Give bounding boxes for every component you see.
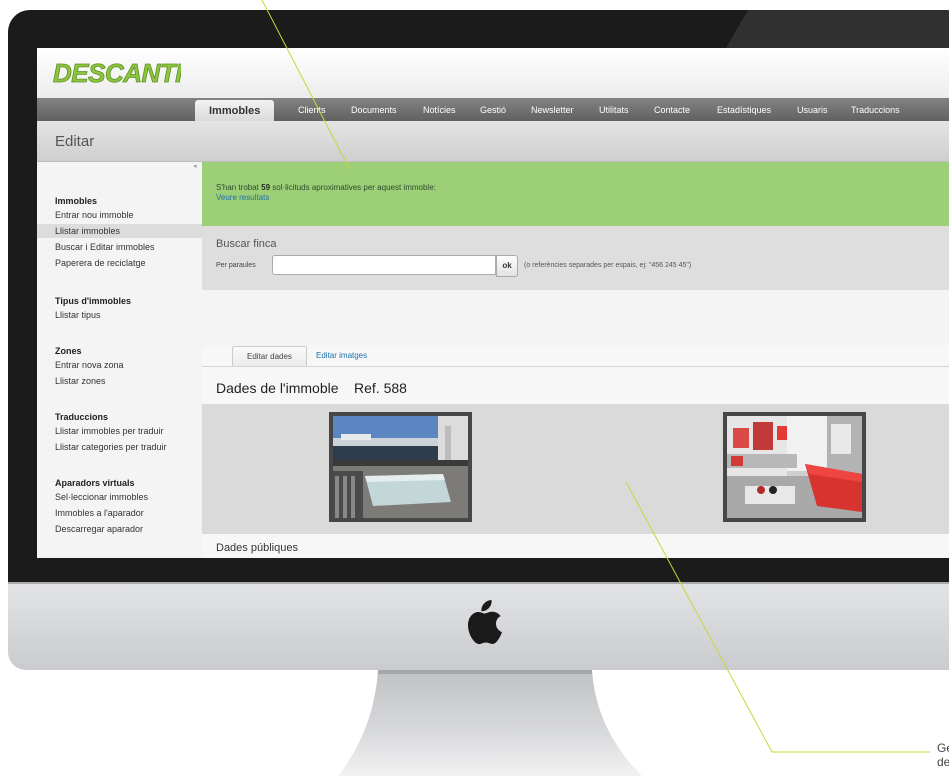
nav-tab-estadistiques[interactable]: Estadístiques <box>709 101 779 121</box>
tab-edit-data[interactable]: Editar dades <box>232 346 307 367</box>
alert-count: 59 <box>261 183 271 192</box>
monitor-stand <box>338 670 642 776</box>
search-ok-button[interactable]: ok <box>496 255 518 277</box>
sidebar-heading-aparadors: Aparadors virtuals <box>55 478 135 488</box>
sidebar-item-immobles-aparador[interactable]: Immobles a l'aparador <box>55 506 202 520</box>
sidebar-item-immobles-per-traduir[interactable]: Llistar immobles per traduir <box>55 424 202 438</box>
alert-message: S'han trobat 59 sol·licituds aproximativ… <box>216 183 436 192</box>
apple-logo-icon <box>468 600 502 645</box>
page-title: Editar <box>55 133 95 150</box>
sidebar-heading-traduccions: Traduccions <box>55 412 109 422</box>
sidebar: ◂ Immobles Entrar nou immoble Llistar im… <box>37 162 202 558</box>
alert-prefix: S'han trobat <box>216 183 262 192</box>
property-title: Dades de l'immoble <box>216 380 339 396</box>
sidebar-item-buscar-editar-immobles[interactable]: Buscar i Editar immobles <box>55 240 202 254</box>
nav-tab-usuaris[interactable]: Usuaris <box>789 101 836 121</box>
nav-tab-utilitats[interactable]: Utilitats <box>591 101 637 121</box>
property-photo-living-room[interactable] <box>723 412 866 522</box>
collapse-arrow-icon[interactable]: ◂ <box>193 162 197 170</box>
search-panel: Buscar finca Per paraules ok (o referènc… <box>202 226 949 290</box>
match-alert: S'han trobat 59 sol·licituds aproximativ… <box>202 162 949 226</box>
nav-tab-newsletter[interactable]: Newsletter <box>523 101 582 121</box>
search-label: Per paraules <box>216 262 256 269</box>
callout-caption: Ge de <box>937 741 949 769</box>
sidebar-item-paperera[interactable]: Paperera de reciclatge <box>55 256 202 270</box>
nav-tab-contacte[interactable]: Contacte <box>646 101 698 121</box>
sidebar-item-descarregar-aparador[interactable]: Descarregar aparador <box>55 522 202 536</box>
main-nav: Immobles Clients Documents Notícies Gest… <box>37 98 949 121</box>
page-titlebar: Editar <box>37 121 949 162</box>
callout-line-1: Ge <box>937 741 949 755</box>
nav-tab-documents[interactable]: Documents <box>343 101 405 121</box>
sidebar-heading-zones: Zones <box>55 346 82 356</box>
sidebar-heading-tipus: Tipus d'immobles <box>55 296 131 306</box>
brand-logo[interactable]: DESCANTIA <box>51 56 181 90</box>
search-title: Buscar finca <box>216 238 277 250</box>
photo-terrace-image <box>333 416 468 518</box>
main-content: S'han trobat 59 sol·licituds aproximativ… <box>202 162 949 558</box>
view-results-link[interactable]: Veure resultats <box>216 193 269 202</box>
public-data-heading: Dades públiques <box>216 542 298 554</box>
tab-divider <box>202 366 949 367</box>
sidebar-item-llistar-tipus[interactable]: Llistar tipus <box>55 308 202 322</box>
nav-tab-gestio[interactable]: Gestió <box>472 101 514 121</box>
screen: DESCANTIA Immobles Clients Documents Not… <box>37 48 949 558</box>
property-ref: Ref. 588 <box>354 380 407 396</box>
photo-living-room-image <box>727 416 862 518</box>
logo-wordmark: DESCANTIA <box>53 58 181 88</box>
nav-tab-traduccions[interactable]: Traduccions <box>843 101 908 121</box>
alert-suffix: sol·licituds aproximatives per aquest im… <box>270 183 436 192</box>
image-gallery <box>202 404 949 534</box>
nav-tab-immobles[interactable]: Immobles <box>195 100 275 121</box>
callout-line-2: de <box>937 755 949 769</box>
search-input[interactable] <box>272 255 496 275</box>
nav-tab-noticies[interactable]: Notícies <box>415 101 464 121</box>
sidebar-item-categories-per-traduir[interactable]: Llistar categories per traduir <box>55 440 202 454</box>
nav-tab-clients[interactable]: Clients <box>290 101 334 121</box>
tab-edit-images[interactable]: Editar imatges <box>302 346 381 366</box>
sidebar-item-sel-leccionar-immobles[interactable]: Sel·leccionar immobles <box>55 490 202 504</box>
sidebar-heading-immobles: Immobles <box>55 196 98 206</box>
sidebar-item-entrar-nou-immoble[interactable]: Entrar nou immoble <box>55 208 202 222</box>
header: DESCANTIA <box>37 48 949 98</box>
property-photo-terrace[interactable] <box>329 412 472 522</box>
search-hint: (o referències separades per espais, ej:… <box>524 262 692 269</box>
spacer-panel <box>202 290 949 346</box>
sidebar-item-llistar-immobles[interactable]: Llistar immobles <box>37 224 202 238</box>
sidebar-item-entrar-nova-zona[interactable]: Entrar nova zona <box>55 358 202 372</box>
chin-divider <box>8 582 949 584</box>
sidebar-item-llistar-zones[interactable]: Llistar zones <box>55 374 202 388</box>
